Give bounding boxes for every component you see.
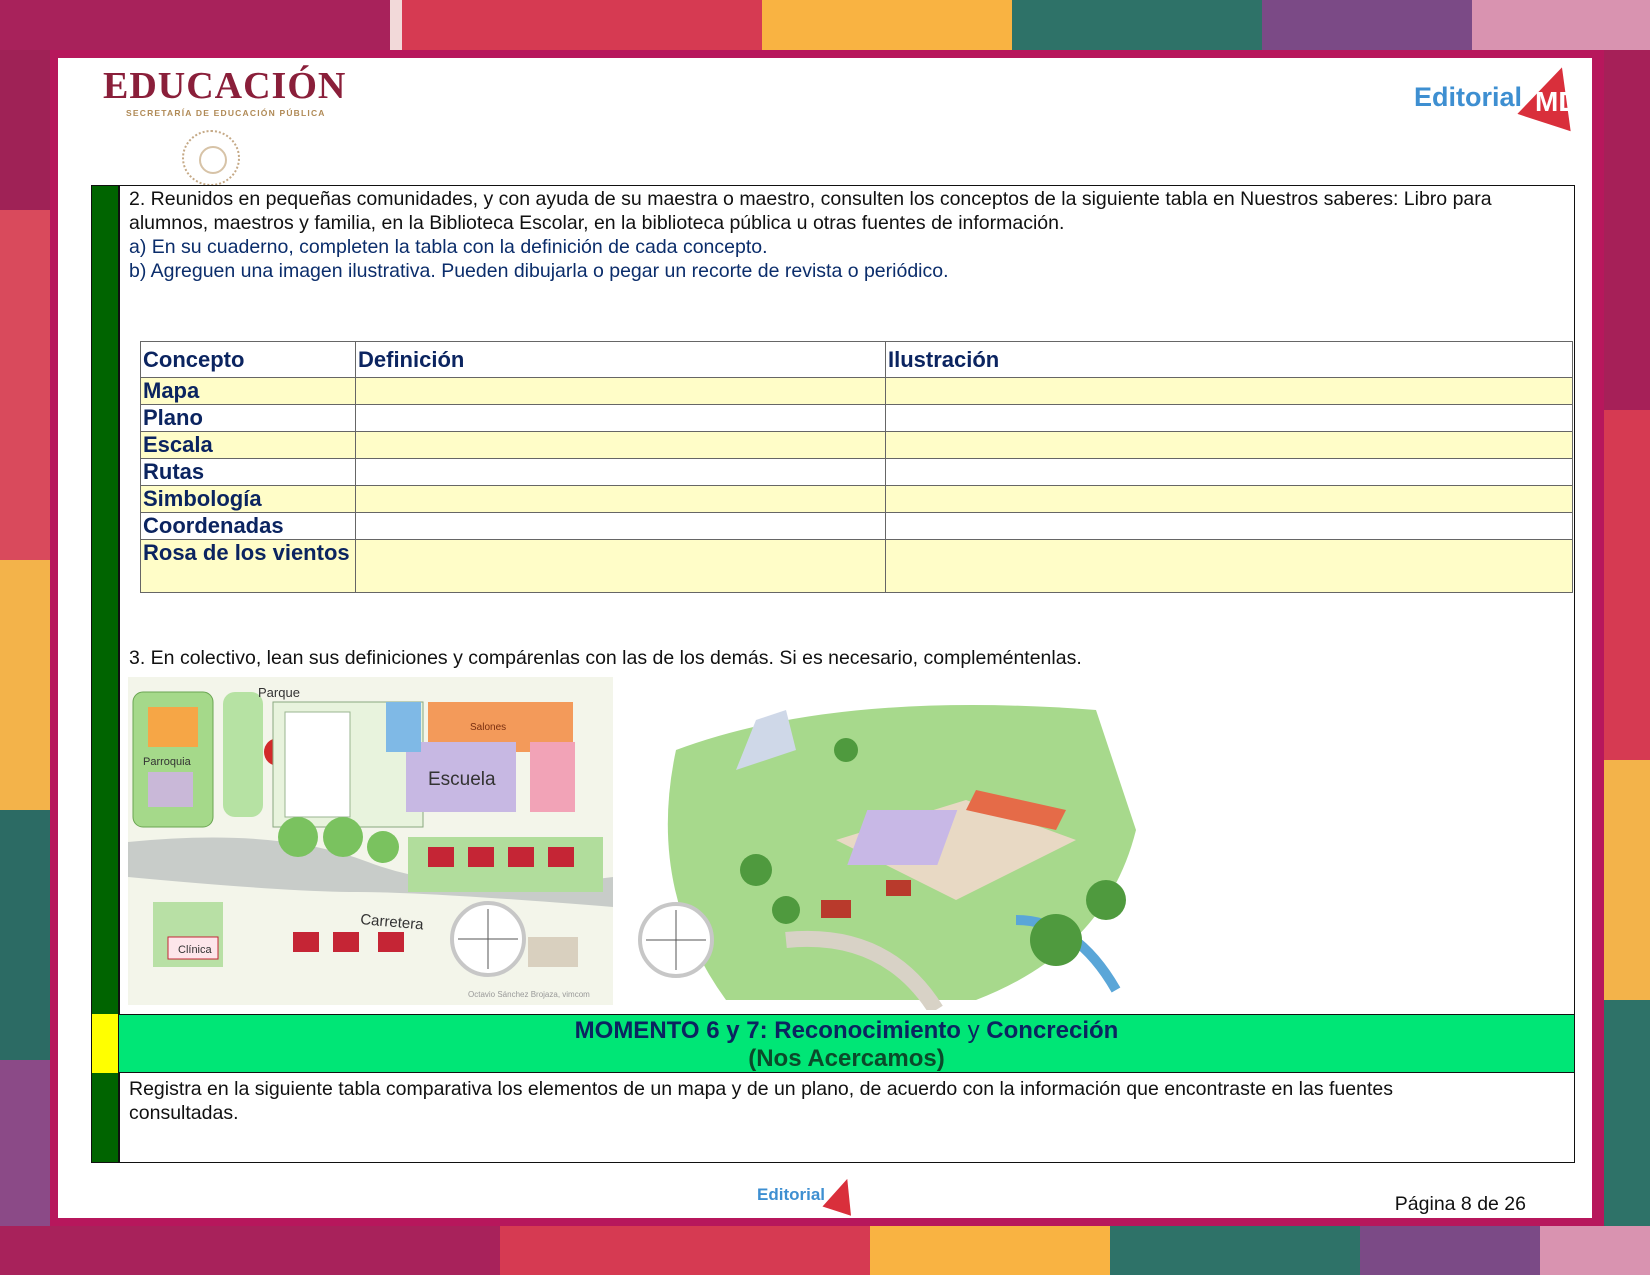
bg-block — [390, 0, 402, 50]
illustration-cell[interactable] — [885, 458, 1573, 486]
concept-cell: Escala — [140, 431, 356, 459]
label-clinica: Clínica — [178, 944, 213, 956]
publisher-name: Editorial — [1413, 81, 1522, 112]
illustration-cell[interactable] — [885, 377, 1573, 405]
bg-block — [402, 0, 762, 50]
momento-header: MOMENTO 6 y 7: Reconocimiento y Concreci… — [119, 1014, 1574, 1073]
definition-cell[interactable] — [355, 539, 886, 593]
educacion-logo: EDUCACIÓN SECRETARÍA DE EDUCACIÓN PÚBLIC… — [103, 66, 346, 118]
concept-cell: Coordenadas — [140, 512, 356, 540]
bg-block — [1540, 1226, 1650, 1275]
momento-subtitle: (Nos Acercamos) — [748, 1045, 945, 1072]
section4-text: Registra en la siguiente tabla comparati… — [129, 1078, 1393, 1124]
concepts-table: Concepto Definición Ilustración Mapa Pla… — [140, 341, 1573, 593]
bg-block — [1012, 0, 1262, 50]
bg-block — [0, 210, 50, 560]
yellow-side-bar — [92, 1014, 118, 1073]
illustration-cell[interactable] — [885, 431, 1573, 459]
edu-subtitle: SECRETARÍA DE EDUCACIÓN PÚBLICA — [126, 108, 326, 118]
bg-block — [1360, 1226, 1540, 1275]
md-logo-icon — [822, 1174, 862, 1216]
bg-block — [500, 1226, 870, 1275]
table-row: Rutas — [140, 458, 1573, 486]
editorial-md-logo: Editorial MD — [1413, 58, 1589, 132]
label-parroquia: Parroquia — [143, 756, 192, 768]
label-salones: Salones — [470, 722, 506, 733]
table-row: Simbología — [140, 485, 1573, 513]
table-row: Escala — [140, 431, 1573, 459]
definition-cell[interactable] — [355, 404, 886, 432]
header-concepto: Concepto — [140, 341, 356, 378]
town-perspective-illustration — [636, 690, 1156, 1010]
bg-block — [0, 50, 50, 210]
bg-block — [1604, 760, 1650, 1000]
table-row: Coordenadas — [140, 512, 1573, 540]
page-number: Página 8 de 26 — [1394, 1193, 1526, 1215]
section2-item-b: b) Agreguen una imagen ilustrativa. Pued… — [129, 260, 949, 282]
momento-title: MOMENTO 6 y 7: Reconocimiento y Concreci… — [574, 1017, 1119, 1044]
illustration-cell[interactable] — [885, 512, 1573, 540]
bg-block — [0, 810, 50, 1060]
bg-block — [1604, 410, 1650, 760]
header-definicion: Definición — [355, 341, 886, 378]
definition-cell[interactable] — [355, 458, 886, 486]
header-ilustracion: Ilustración — [885, 341, 1573, 378]
concept-cell: Simbología — [140, 485, 356, 513]
illustration-cell[interactable] — [885, 404, 1573, 432]
edu-title: EDUCACIÓN — [103, 65, 347, 107]
label-credit: Octavio Sánchez Brojaza, vimcom — [468, 990, 590, 999]
green-side-bar — [92, 186, 118, 1014]
bg-block — [0, 0, 390, 50]
bg-block — [762, 0, 1012, 50]
section2-intro: 2. Reunidos en pequeñas comunidades, y c… — [129, 188, 1492, 234]
section2-item-a: a) En su cuaderno, completen la tabla co… — [129, 236, 768, 258]
definition-cell[interactable] — [355, 512, 886, 540]
table-row: Mapa — [140, 377, 1573, 405]
definition-cell[interactable] — [355, 485, 886, 513]
town-plan-illustration: Parque Parroquia Salones Escuela Carrete… — [128, 677, 613, 1005]
illustration-cell[interactable] — [885, 485, 1573, 513]
label-escuela: Escuela — [428, 769, 496, 790]
bg-block — [870, 1226, 1110, 1275]
footer-publisher: Editorial — [757, 1185, 826, 1204]
national-seal-icon — [182, 130, 240, 186]
concept-cell: Rutas — [140, 458, 356, 486]
label-parque: Parque — [258, 685, 300, 700]
bg-block — [0, 560, 50, 810]
definition-cell[interactable] — [355, 377, 886, 405]
concept-cell: Rosa de los vientos — [140, 539, 356, 593]
table-row: Plano — [140, 404, 1573, 432]
green-side-bar — [92, 1073, 118, 1162]
illustration-cell[interactable] — [885, 539, 1573, 593]
concept-cell: Plano — [140, 404, 356, 432]
table-row: Rosa de los vientos — [140, 539, 1573, 593]
bg-block — [1472, 0, 1650, 50]
bg-block — [1110, 1226, 1360, 1275]
bg-block — [1604, 50, 1650, 410]
bg-block — [1262, 0, 1472, 50]
bg-block — [0, 1226, 500, 1275]
section3-text: 3. En colectivo, lean sus definiciones y… — [129, 647, 1082, 669]
md-logo-icon: MD — [1517, 58, 1589, 132]
footer-logo: Editorial — [757, 1174, 862, 1216]
definition-cell[interactable] — [355, 431, 886, 459]
concept-cell: Mapa — [140, 377, 356, 405]
